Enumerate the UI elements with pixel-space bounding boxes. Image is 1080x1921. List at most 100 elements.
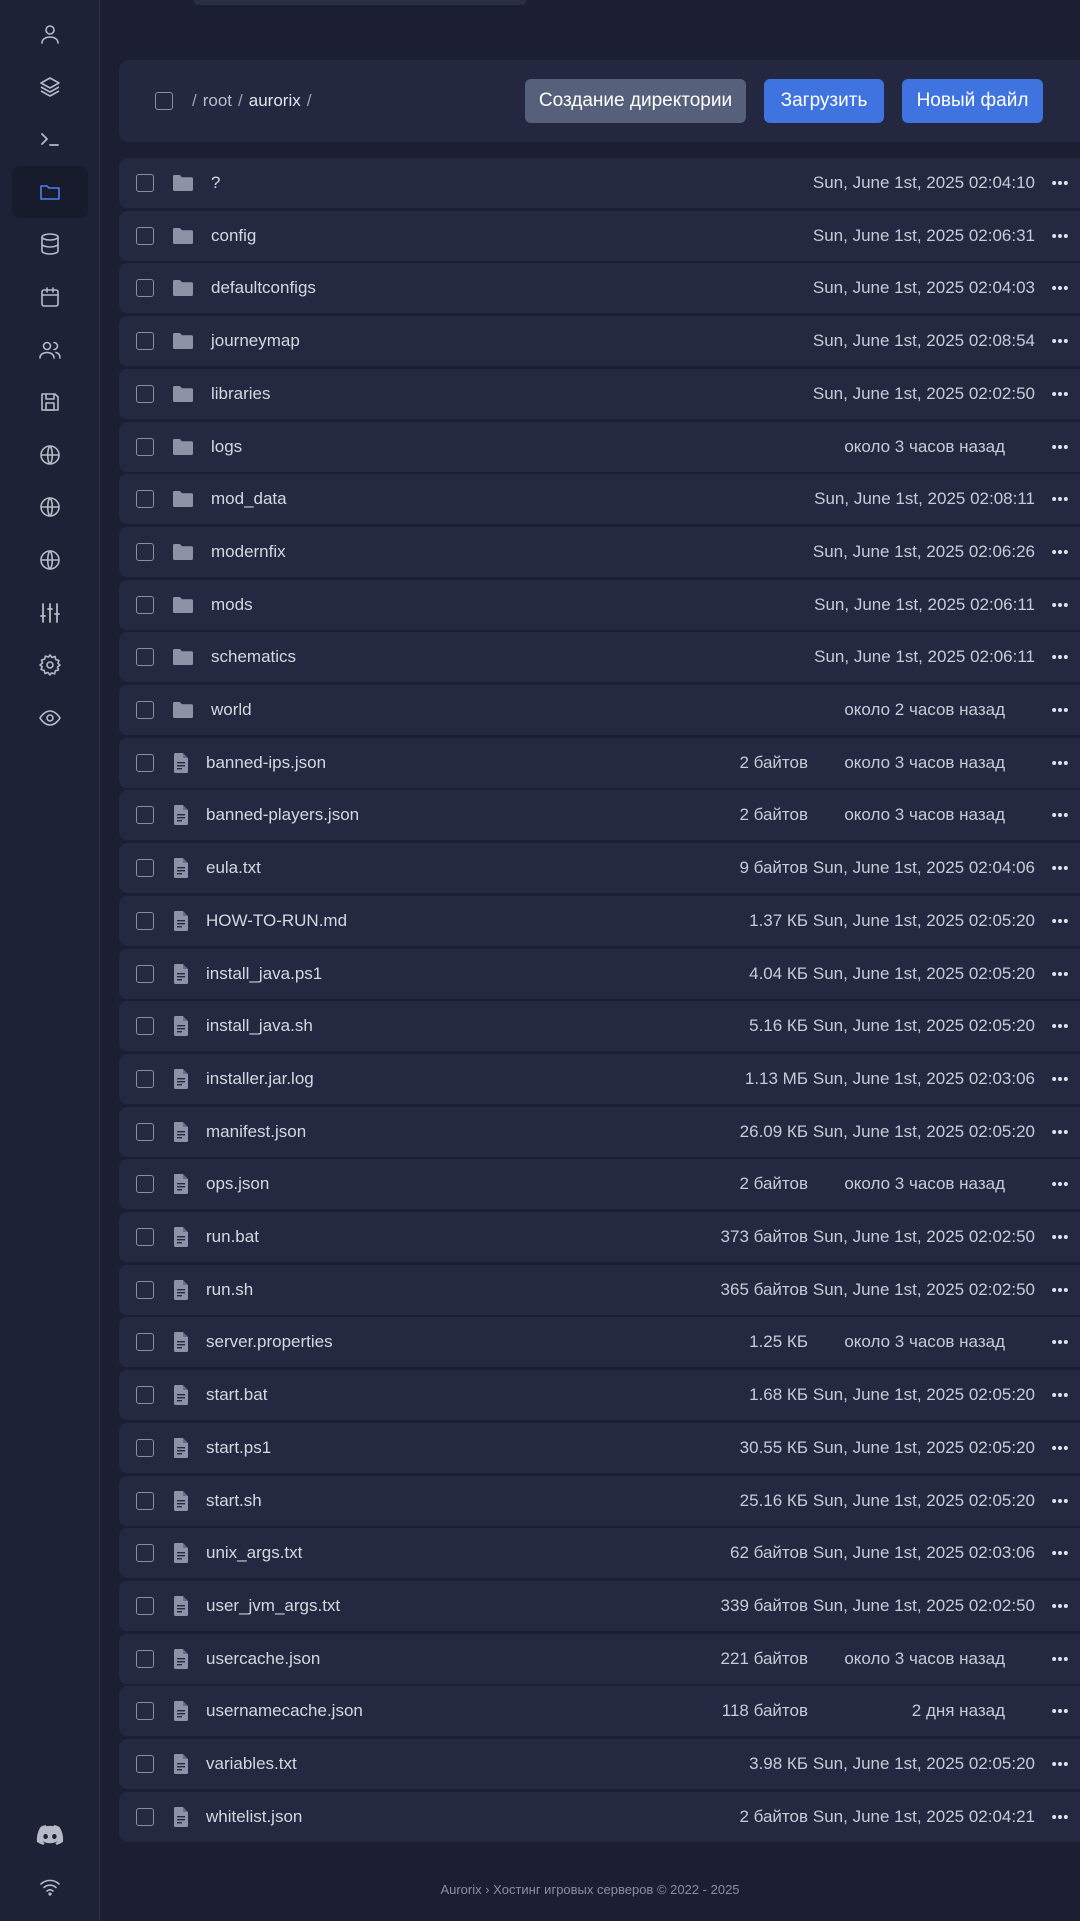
row-checkbox[interactable] [136,1333,154,1352]
file-name[interactable]: whitelist.json [206,1792,302,1842]
file-row[interactable]: world около 2 часов назад [119,685,1080,735]
file-row[interactable]: journeymap Sun, June 1st, 2025 02:08:54 [119,316,1080,367]
row-checkbox[interactable] [136,859,154,878]
file-name[interactable]: start.bat [206,1370,267,1420]
row-checkbox[interactable] [136,1438,154,1457]
file-row[interactable]: installer.jar.log 1.13 МБ Sun, June 1st, 2… [119,1053,1080,1104]
more-options-icon[interactable] [1050,1754,1070,1774]
file-row[interactable]: variables.txt 3.98 КБ Sun, June 1st, 2025 … [119,1739,1080,1789]
more-options-icon[interactable] [1050,858,1070,878]
file-name[interactable]: eula.txt [206,843,261,893]
row-checkbox[interactable] [136,911,154,930]
file-row[interactable]: mod_data Sun, June 1st, 2025 02:08:11 [119,474,1080,525]
more-options-icon[interactable] [1050,595,1070,615]
file-row[interactable]: user_jvm_args.txt 339 байтов Sun, June 1st… [119,1580,1080,1631]
row-checkbox[interactable] [136,648,154,667]
more-options-icon[interactable] [1050,1385,1070,1405]
file-name[interactable]: usercache.json [206,1634,320,1684]
file-row[interactable]: libraries Sun, June 1st, 2025 02:02:50 [119,368,1080,419]
sidebar-item-globe-8[interactable] [12,429,88,481]
file-name[interactable]: variables.txt [206,1739,297,1789]
sidebar-item-user[interactable] [12,8,88,60]
file-name[interactable]: schematics [211,632,296,682]
more-options-icon[interactable] [1050,911,1070,931]
file-name[interactable]: world [211,685,252,735]
sidebar-item-globe-9[interactable] [12,481,88,533]
row-checkbox[interactable] [136,806,154,825]
sidebar-item-globe-10[interactable] [12,534,88,586]
create-directory-button[interactable]: Создание директории [525,79,746,123]
file-row[interactable]: ops.json 2 байтов около 3 часов назад [119,1159,1080,1210]
file-name[interactable]: server.properties [206,1317,333,1367]
file-row[interactable]: run.bat 373 байтов Sun, June 1st, 2025 02:… [119,1212,1080,1262]
file-name[interactable]: banned-ips.json [206,738,326,788]
sidebar-item-eye[interactable] [12,692,88,744]
row-checkbox[interactable] [136,964,154,983]
more-options-icon[interactable] [1050,1491,1070,1511]
row-checkbox[interactable] [136,1228,154,1246]
more-options-icon[interactable] [1050,1596,1070,1616]
file-name[interactable]: start.sh [206,1476,262,1526]
select-all-checkbox[interactable] [155,92,173,110]
file-row[interactable]: start.ps1 30.55 КБ Sun, June 1st, 2025 02:… [119,1422,1080,1473]
file-row[interactable]: usercache.json 221 байтов около 3 часов на… [119,1633,1080,1684]
more-options-icon[interactable] [1050,964,1070,984]
file-row[interactable]: mods Sun, June 1st, 2025 02:06:11 [119,579,1080,630]
row-checkbox[interactable] [136,226,154,245]
file-row[interactable]: install_java.sh 5.16 КБ Sun, June 1st, 202… [119,1001,1080,1052]
more-options-icon[interactable] [1050,1069,1070,1089]
file-name[interactable]: config [211,211,256,261]
sidebar-item-layers[interactable] [12,61,88,113]
file-name[interactable]: ops.json [206,1159,269,1209]
row-checkbox[interactable] [136,1491,154,1510]
row-checkbox[interactable] [136,1544,154,1563]
file-name[interactable]: HOW-TO-RUN.md [206,896,347,946]
sidebar-item-save[interactable] [12,376,88,428]
file-name[interactable]: install_java.sh [206,1001,313,1051]
row-checkbox[interactable] [136,1122,154,1141]
file-row[interactable]: install_java.ps1 4.04 КБ Sun, June 1st, 20… [119,948,1080,999]
file-row[interactable]: schematics Sun, June 1st, 2025 02:06:11 [119,632,1080,683]
more-options-icon[interactable] [1050,700,1070,720]
new-file-button[interactable]: Новый файл [902,79,1043,123]
more-options-icon[interactable] [1050,226,1070,246]
more-options-icon[interactable] [1050,542,1070,562]
file-row[interactable]: manifest.json 26.09 КБ Sun, June 1st, 2025… [119,1106,1080,1157]
row-checkbox[interactable] [136,437,154,456]
file-row[interactable]: banned-ips.json 2 байтов около 3 часов наз… [119,737,1080,788]
file-row[interactable]: defaultconfigs Sun, June 1st, 2025 02:04:… [119,263,1080,314]
sidebar-item-gear[interactable] [12,639,88,691]
row-checkbox[interactable] [136,1069,154,1088]
file-name[interactable]: mods [211,580,253,630]
file-row[interactable]: whitelist.json 2 байтов Sun, June 1st, 202… [119,1791,1080,1842]
row-checkbox[interactable] [136,174,154,192]
file-row[interactable]: start.bat 1.68 КБ Sun, June 1st, 2025 02:0… [119,1370,1080,1421]
row-checkbox[interactable] [136,595,154,614]
row-checkbox[interactable] [136,1017,154,1036]
file-row[interactable]: eula.txt 9 байтов Sun, June 1st, 2025 02:0… [119,843,1080,894]
file-row[interactable]: ? Sun, June 1st, 2025 02:04:10 [119,158,1080,208]
more-options-icon[interactable] [1050,1438,1070,1458]
file-row[interactable]: HOW-TO-RUN.md 1.37 КБ Sun, June 1st, 2025 … [119,895,1080,946]
more-options-icon[interactable] [1050,384,1070,404]
breadcrumb-aurorix[interactable]: aurorix [249,91,301,111]
row-checkbox[interactable] [136,1807,154,1826]
more-options-icon[interactable] [1050,489,1070,509]
row-checkbox[interactable] [136,1596,154,1615]
file-name[interactable]: logs [211,422,242,472]
row-checkbox[interactable] [136,1386,154,1405]
more-options-icon[interactable] [1050,1807,1070,1827]
row-checkbox[interactable] [136,1702,154,1721]
more-options-icon[interactable] [1050,1543,1070,1563]
upload-button[interactable]: Загрузить [764,79,884,123]
file-row[interactable]: config Sun, June 1st, 2025 02:06:31 [119,210,1080,261]
more-options-icon[interactable] [1050,437,1070,457]
file-name[interactable]: journeymap [211,316,300,366]
sidebar-item-users[interactable] [12,324,88,376]
more-options-icon[interactable] [1050,1227,1070,1247]
file-name[interactable]: ? [211,158,220,208]
file-name[interactable]: installer.jar.log [206,1054,314,1104]
row-checkbox[interactable] [136,490,154,509]
more-options-icon[interactable] [1050,805,1070,825]
more-options-icon[interactable] [1050,1332,1070,1352]
